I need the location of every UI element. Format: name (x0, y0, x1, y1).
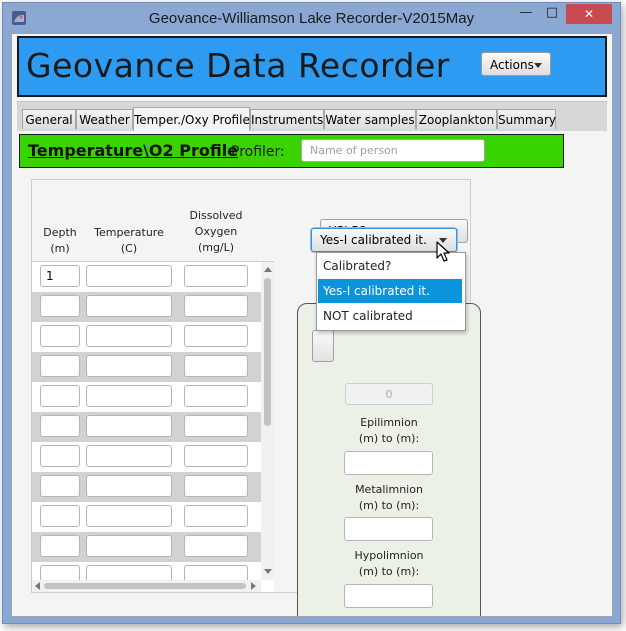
temperature-input[interactable] (86, 535, 172, 557)
actions-menu-button[interactable]: Actions (481, 52, 551, 76)
tab-general[interactable]: General (22, 109, 76, 129)
depth-input[interactable] (40, 415, 80, 437)
temperature-input[interactable] (86, 265, 172, 287)
partially-hidden-button[interactable] (312, 330, 334, 362)
table-row (32, 382, 261, 412)
table-row (32, 292, 261, 322)
depth-input[interactable] (40, 295, 80, 317)
app-header: Geovance Data Recorder Actions (17, 36, 607, 97)
oxygen-input[interactable] (184, 295, 248, 317)
epilimnion-label: Epilimnion (m) to (m): (358, 416, 420, 445)
table-row (32, 262, 261, 292)
depth-header: Depth (m) (43, 226, 77, 255)
profiler-input[interactable] (301, 139, 485, 162)
temperature-header: Temperature (C) (94, 226, 164, 255)
client-area: Geovance Data Recorder Actions General W… (11, 33, 613, 617)
profiler-label: Profiler: (231, 144, 285, 160)
scroll-up-icon[interactable] (264, 267, 272, 272)
tab-bar: General Weather Temper./Oxy Profile Inst… (17, 101, 607, 131)
table-row (32, 352, 261, 382)
vertical-scrollbar[interactable] (261, 262, 274, 580)
profile-table (32, 261, 274, 592)
tab-water-samples[interactable]: Water samples (324, 109, 416, 129)
actions-label: Actions (490, 58, 534, 72)
epilimnion-input[interactable] (344, 451, 433, 475)
tab-instruments[interactable]: Instruments (250, 109, 324, 129)
temperature-input[interactable] (86, 355, 172, 377)
temperature-input[interactable] (86, 445, 172, 467)
tab-temper-oxy-profile[interactable]: Temper./Oxy Profile (133, 107, 250, 131)
table-row (32, 442, 261, 472)
calibration-dropdown: Calibrated? Yes-I calibrated it. NOT cal… (316, 252, 466, 331)
thermocline-panel: Epilimnion(m) to (m): Metalimnion(m) to … (297, 303, 481, 616)
temperature-input[interactable] (86, 505, 172, 527)
oxygen-input[interactable] (184, 415, 248, 437)
metalimnion-input[interactable] (344, 517, 433, 541)
depth-input[interactable] (40, 325, 80, 347)
temperature-input[interactable] (86, 475, 172, 497)
depth-input[interactable] (40, 535, 80, 557)
minimize-button[interactable]: — (513, 4, 539, 24)
table-row (32, 472, 261, 502)
oxygen-header: Dissolved Oxygen (mg/L) (189, 209, 243, 254)
oxygen-input[interactable] (184, 325, 248, 347)
oxygen-input[interactable] (184, 505, 248, 527)
temperature-input[interactable] (86, 385, 172, 407)
app-title: Geovance Data Recorder (26, 46, 450, 85)
scroll-right-icon[interactable] (251, 582, 256, 590)
oxygen-input[interactable] (184, 265, 248, 287)
mouse-cursor-icon (436, 241, 450, 262)
scroll-left-icon[interactable] (35, 582, 40, 590)
vertical-scroll-thumb[interactable] (264, 278, 271, 426)
depth-input[interactable] (40, 505, 80, 527)
oxygen-input[interactable] (184, 355, 248, 377)
depth-input[interactable] (40, 385, 80, 407)
oxygen-input[interactable] (184, 475, 248, 497)
tab-summary[interactable]: Summary (497, 109, 556, 129)
hypolimnion-input[interactable] (344, 584, 433, 608)
section-title-link[interactable]: Temperature\O2 Profile (28, 141, 238, 160)
table-row (32, 412, 261, 442)
close-button[interactable]: ✕ (566, 4, 612, 24)
calibration-value: Yes-I calibrated it. (320, 233, 427, 247)
depth-input[interactable] (40, 265, 80, 287)
horizontal-scrollbar[interactable] (32, 580, 261, 592)
oxygen-input[interactable] (184, 445, 248, 467)
dropdown-option-not-calibrated[interactable]: NOT calibrated (318, 304, 462, 328)
depth-input[interactable] (40, 445, 80, 467)
depth-input[interactable] (40, 475, 80, 497)
tab-zooplankton[interactable]: Zooplankton (416, 109, 497, 129)
hypolimnion-label: Hypolimnion (m) to (m): (354, 549, 424, 578)
temperature-input[interactable] (86, 295, 172, 317)
depth-input[interactable] (40, 355, 80, 377)
oxygen-input[interactable] (184, 535, 248, 557)
title-bar[interactable]: Geovance-Williamson Lake Recorder-V2015M… (3, 3, 620, 33)
layer-count-field (345, 383, 433, 405)
dropdown-option-yes-calibrated[interactable]: Yes-I calibrated it. (318, 279, 462, 303)
chevron-down-icon (534, 63, 542, 68)
table-row (32, 322, 261, 352)
tab-weather[interactable]: Weather (76, 109, 133, 129)
metalimnion-label: Metalimnion (m) to (m): (355, 483, 423, 512)
table-row (32, 532, 261, 562)
section-header: Temperature\O2 Profile Profiler: (19, 134, 564, 168)
temperature-input[interactable] (86, 415, 172, 437)
horizontal-scroll-thumb[interactable] (44, 583, 246, 589)
maximize-button[interactable]: □ (539, 4, 565, 24)
table-row (32, 502, 261, 532)
oxygen-input[interactable] (184, 385, 248, 407)
temperature-input[interactable] (86, 325, 172, 347)
scroll-down-icon[interactable] (264, 569, 272, 574)
app-window: Geovance-Williamson Lake Recorder-V2015M… (2, 2, 621, 624)
